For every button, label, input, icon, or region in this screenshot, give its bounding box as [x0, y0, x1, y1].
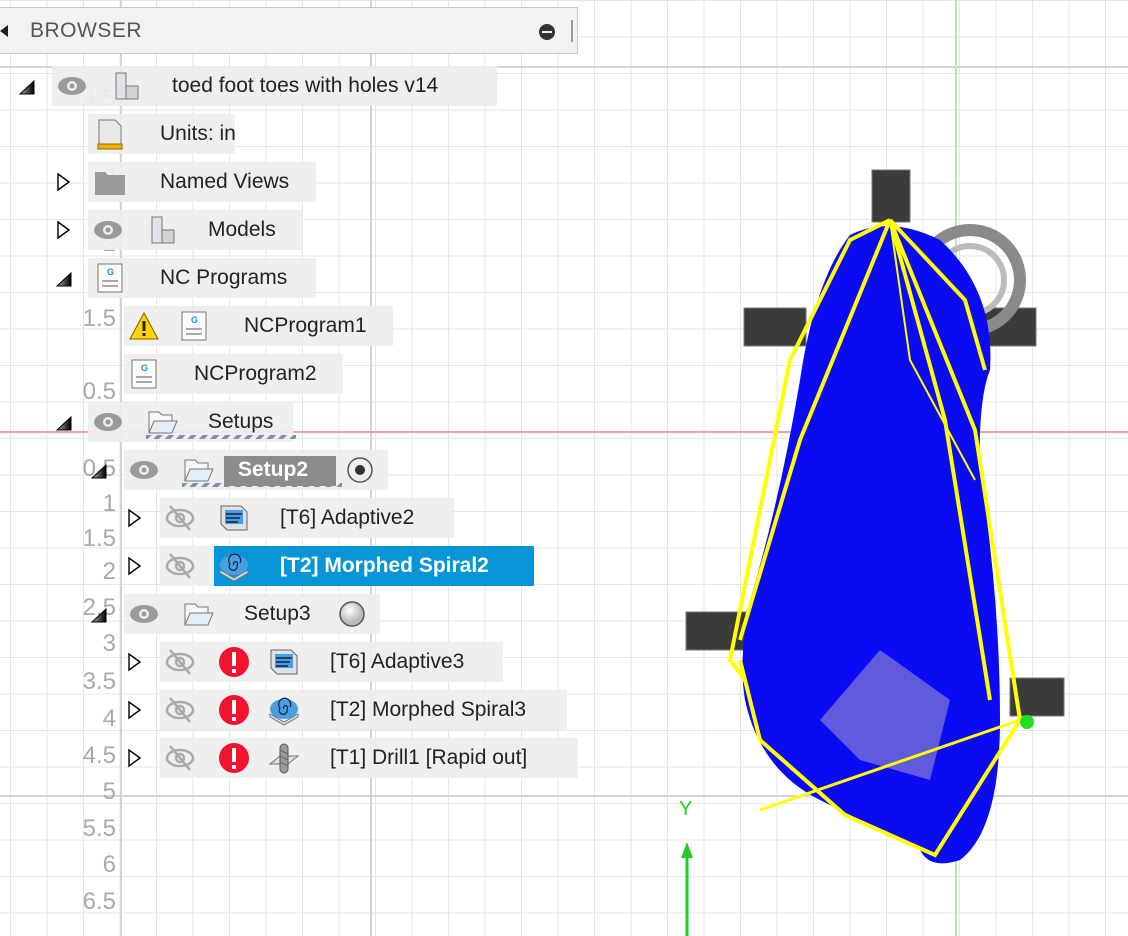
eye-hidden-icon[interactable] [164, 694, 196, 726]
tree-item-root[interactable]: toed foot toes with holes v14 [52, 66, 497, 106]
nc-program-icon: G [178, 310, 210, 342]
expand-triangle-icon[interactable] [126, 507, 146, 529]
tree-item-models[interactable]: Models [88, 210, 302, 250]
tree-item-label: NCProgram2 [194, 362, 317, 385]
eye-hidden-icon[interactable] [164, 646, 196, 678]
collapse-triangle-icon[interactable] [55, 411, 75, 433]
expand-triangle-icon[interactable] [126, 651, 146, 673]
eye-icon[interactable] [128, 598, 160, 630]
browser-panel-header: BROWSER [0, 7, 578, 54]
tree-item-label: toed foot toes with holes v14 [172, 74, 439, 97]
nc-program-icon: G [128, 358, 160, 390]
tree-item-adaptive3[interactable]: [T6] Adaptive3 [160, 642, 503, 682]
eye-icon[interactable] [128, 454, 160, 486]
tree-item-label: Setup3 [244, 602, 311, 625]
svg-text:G: G [141, 363, 148, 373]
active-setup-badge: Setup2 [224, 456, 336, 486]
tree-item-label: [T2] Morphed Spiral2 [280, 554, 489, 577]
selected-highlight: [T2] Morphed Spiral2 [214, 546, 534, 586]
collapse-triangle-icon[interactable] [90, 459, 110, 481]
tree-item-named-views[interactable]: Named Views [88, 162, 316, 202]
tree-item-drill1[interactable]: [T1] Drill1 [Rapid out] [160, 738, 578, 778]
component-icon [146, 214, 178, 246]
units-document-icon [94, 118, 126, 150]
browser-title: BROWSER [30, 19, 143, 42]
morphed-spiral-icon [268, 694, 300, 726]
collapse-triangle-icon[interactable] [90, 603, 110, 625]
warning-icon [128, 310, 160, 342]
tree-item-setups[interactable]: Setups [88, 402, 296, 442]
drill-icon [268, 742, 300, 774]
tree-item-label: [T1] Drill1 [Rapid out] [330, 746, 528, 769]
tool-position-marker [1020, 715, 1034, 729]
tree-item-label: NCProgram1 [244, 314, 367, 337]
tree-item-label: NC Programs [160, 266, 288, 289]
tree-item-units[interactable]: Units: in [88, 114, 236, 154]
morphed-spiral-icon [218, 550, 250, 582]
tree-item-morphed-spiral2[interactable]: [T2] Morphed Spiral2 [160, 546, 534, 586]
clamp [871, 169, 911, 223]
tree-item-label: [T6] Adaptive2 [280, 506, 415, 529]
eye-hidden-icon[interactable] [164, 550, 196, 582]
expand-triangle-icon[interactable] [126, 747, 146, 769]
tree-item-adaptive2[interactable]: [T6] Adaptive2 [160, 498, 454, 538]
y-axis-arrowhead [681, 842, 693, 858]
tree-item-ncprogram2[interactable]: G NCProgram2 [124, 354, 343, 394]
tree-item-setup2[interactable]: Setup2 [124, 450, 388, 490]
tree-item-label: Setup2 [238, 458, 309, 481]
y-axis-label: Y [679, 798, 692, 820]
tree-item-label: Named Views [160, 170, 290, 193]
radio-selected-icon[interactable] [344, 454, 376, 486]
clamp [743, 307, 807, 347]
nc-program-icon: G [94, 262, 126, 294]
eye-icon[interactable] [92, 406, 124, 438]
tree-item-nc-programs[interactable]: G NC Programs [88, 258, 316, 298]
setup-dashed-underline [146, 435, 296, 439]
radio-unselected-icon[interactable] [336, 598, 368, 630]
adaptive-icon [268, 646, 300, 678]
adaptive-icon [218, 502, 250, 534]
eye-icon[interactable] [92, 214, 124, 246]
svg-text:G: G [191, 315, 198, 325]
svg-text:G: G [107, 267, 114, 277]
tree-item-ncprogram1[interactable]: G NCProgram1 [124, 306, 393, 346]
tree-item-label: Setups [208, 410, 274, 433]
setup-folder-icon [182, 454, 214, 486]
pin-panel-icon[interactable] [539, 24, 555, 40]
tree-item-setup3[interactable]: Setup3 [124, 594, 380, 634]
expand-triangle-icon[interactable] [55, 219, 75, 241]
expand-triangle-icon[interactable] [126, 699, 146, 721]
error-icon [218, 742, 250, 774]
tree-item-label: Models [208, 218, 276, 241]
collapse-panel-icon[interactable] [0, 25, 8, 37]
eye-hidden-icon[interactable] [164, 502, 196, 534]
expand-triangle-icon[interactable] [55, 171, 75, 193]
setup-folder-icon [182, 598, 214, 630]
component-icon [110, 70, 142, 102]
tree-item-label: Units: in [160, 122, 236, 145]
eye-icon[interactable] [56, 70, 88, 102]
tree-item-morphed-spiral3[interactable]: [T2] Morphed Spiral3 [160, 690, 567, 730]
setup-folder-icon [146, 406, 178, 438]
folder-icon [94, 166, 126, 198]
error-icon [218, 694, 250, 726]
expand-triangle-icon[interactable] [126, 555, 146, 577]
panel-resize-handle[interactable] [571, 20, 573, 42]
tree-item-label: [T6] Adaptive3 [330, 650, 465, 673]
collapse-triangle-icon[interactable] [18, 75, 38, 97]
collapse-triangle-icon[interactable] [55, 267, 75, 289]
error-icon [218, 646, 250, 678]
tree-item-label: [T2] Morphed Spiral3 [330, 698, 527, 721]
eye-hidden-icon[interactable] [164, 742, 196, 774]
